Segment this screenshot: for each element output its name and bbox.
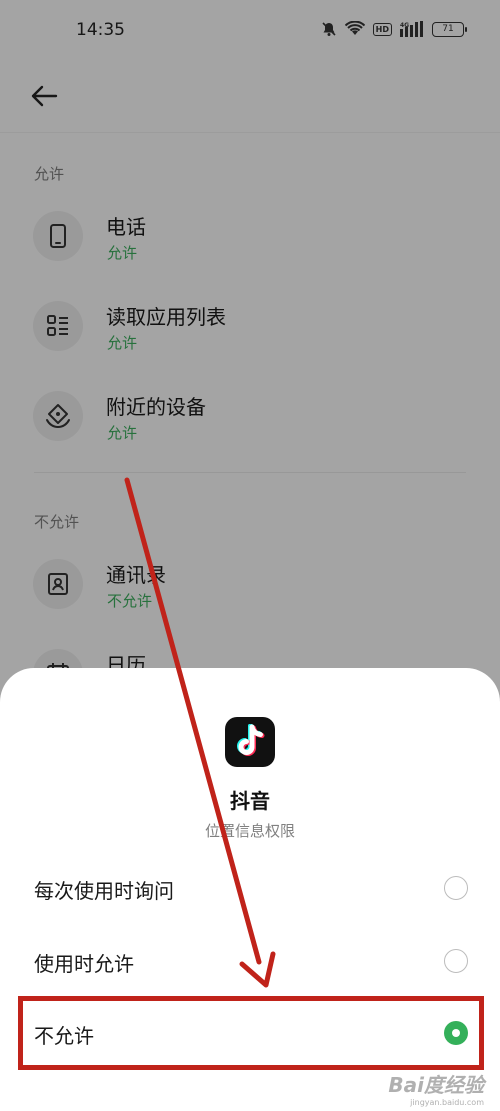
watermark-logo: Bai度经验 (388, 1073, 484, 1097)
tiktok-app-icon (225, 717, 275, 767)
radio-button[interactable] (444, 876, 468, 900)
option-allow-while-using[interactable]: 使用时允许 (0, 928, 500, 994)
radio-button[interactable] (444, 949, 468, 973)
option-ask-every-time[interactable]: 每次使用时询问 (0, 855, 500, 921)
watermark-url: jingyan.baidu.com (410, 1098, 484, 1107)
option-label: 使用时允许 (34, 952, 134, 976)
annotation-highlight-box (18, 996, 484, 1070)
permission-subtitle: 位置信息权限 (204, 822, 295, 840)
app-name: 抖音 (230, 789, 270, 813)
watermark: Bai度经验 jingyan.baidu.com (388, 1069, 484, 1107)
option-label: 每次使用时询问 (34, 879, 174, 903)
